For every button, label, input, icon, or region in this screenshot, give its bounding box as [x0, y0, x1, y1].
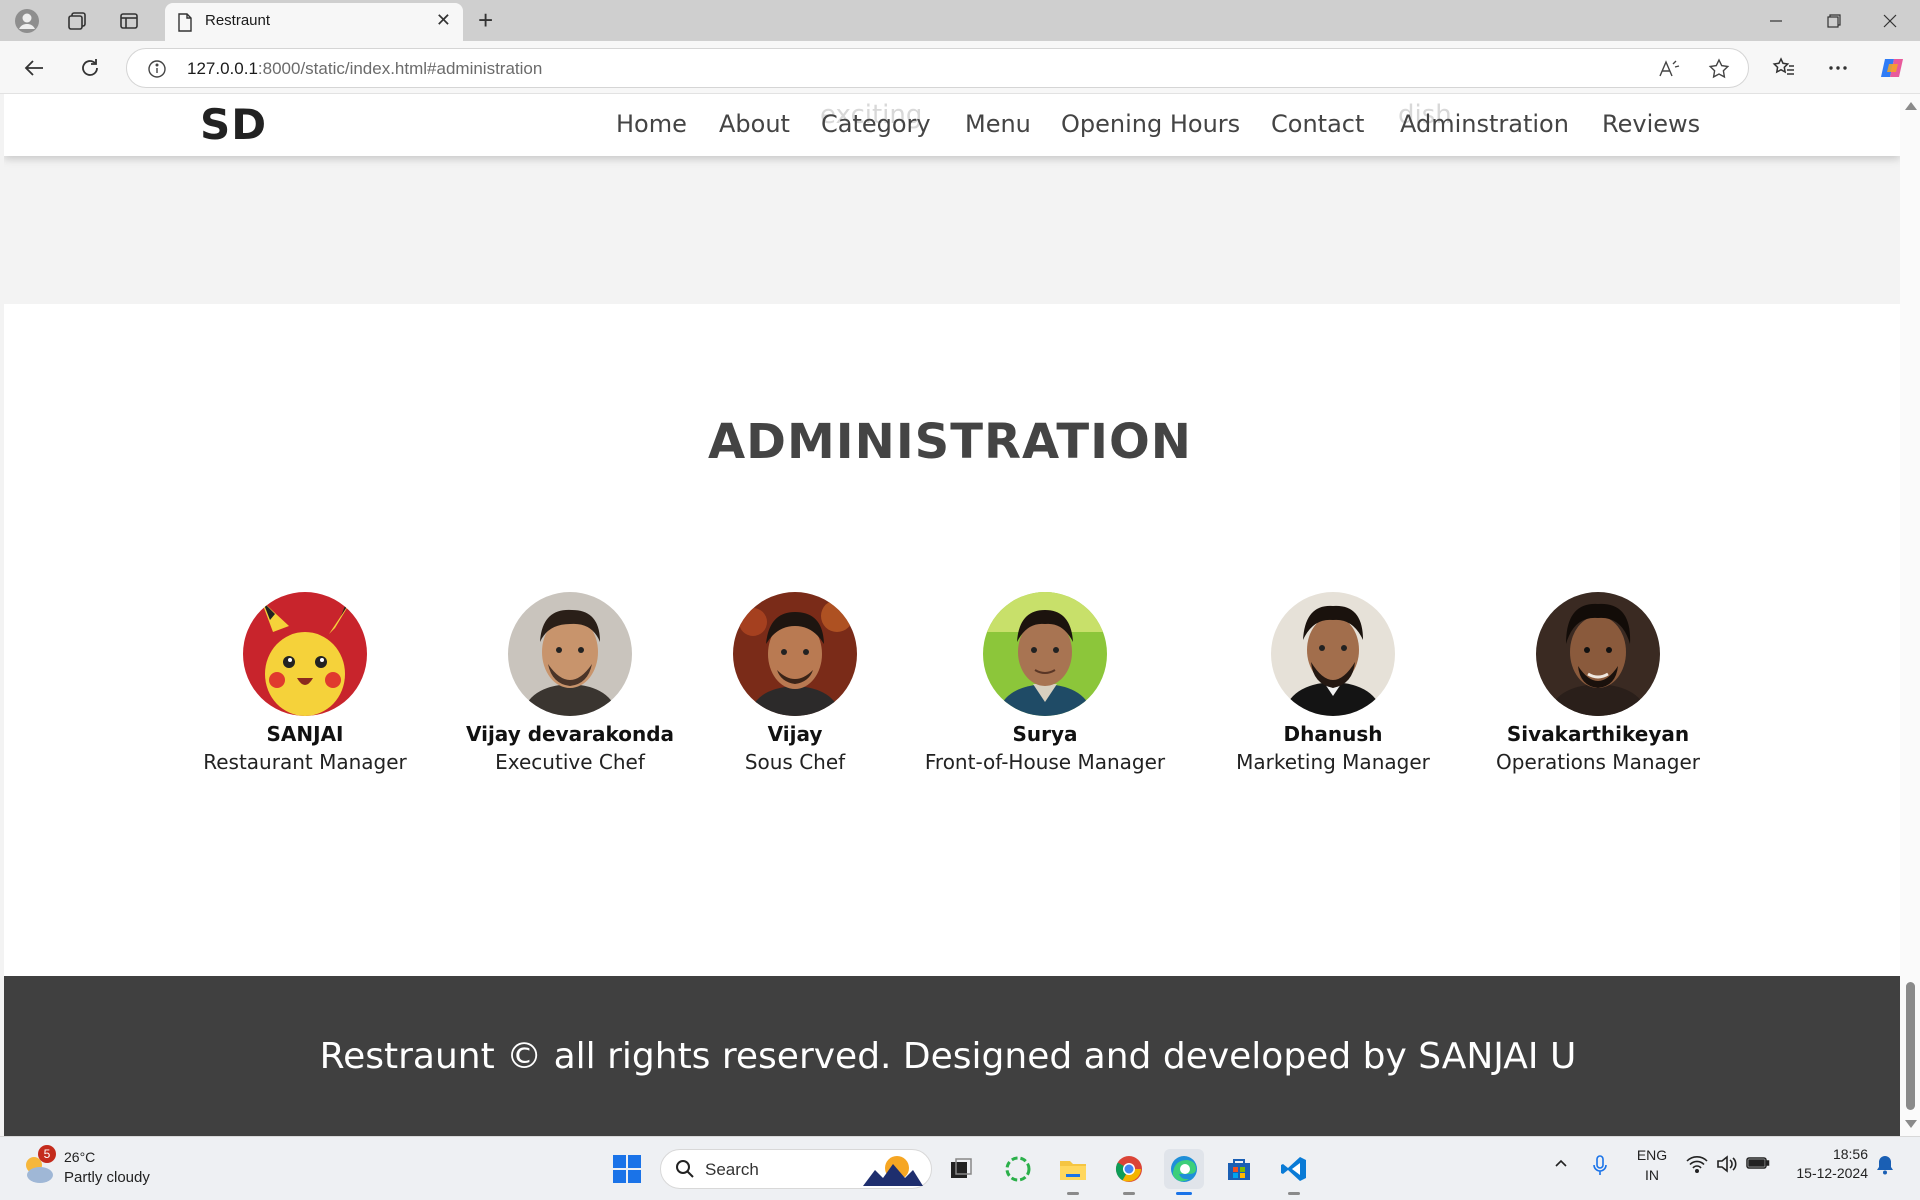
task-view-icon[interactable] — [941, 1149, 981, 1189]
member-role: Front-of-House Manager — [924, 750, 1166, 774]
member-role: Executive Chef — [495, 750, 645, 774]
member-card: SANJAI Restaurant Manager — [175, 592, 435, 774]
nav-about[interactable]: About — [719, 110, 790, 138]
member-card: Vijay devarakonda Executive Chef — [440, 592, 700, 774]
tab-restraunt[interactable]: Restraunt ✕ — [165, 3, 463, 41]
notification-bell-icon[interactable] — [1876, 1155, 1894, 1178]
site-header: exciting dish SD Home About Category Men… — [4, 94, 1900, 156]
taskbar-search[interactable]: Search — [660, 1149, 932, 1189]
site-footer: Restraunt © all rights reserved. Designe… — [4, 976, 1900, 1136]
close-window-button[interactable] — [1870, 8, 1910, 34]
nav-opening-hours[interactable]: Opening Hours — [1061, 110, 1240, 138]
nav-contact[interactable]: Contact — [1271, 110, 1364, 138]
vscode-icon[interactable] — [1274, 1149, 1314, 1195]
member-name: Surya — [1012, 722, 1078, 746]
nav-administration[interactable]: Adminstration — [1400, 110, 1569, 138]
url-field[interactable]: 127.0.0.1:8000/static/index.html#adminis… — [126, 48, 1749, 88]
copilot-app-icon[interactable] — [998, 1149, 1038, 1189]
scroll-thumb[interactable] — [1906, 982, 1915, 1110]
weather-badge: 5 — [38, 1145, 56, 1163]
chrome-icon[interactable] — [1109, 1149, 1149, 1195]
store-icon[interactable] — [1219, 1149, 1259, 1189]
weather-temp: 26°C — [64, 1149, 96, 1165]
more-options-icon[interactable] — [1822, 52, 1854, 84]
page-icon — [177, 13, 193, 36]
wifi-icon[interactable] — [1686, 1155, 1708, 1176]
show-hidden-icons-chevron[interactable] — [1553, 1155, 1569, 1174]
search-icon — [675, 1159, 695, 1183]
nav-home[interactable]: Home — [616, 110, 687, 138]
avatar — [243, 592, 367, 716]
page-scrollbar[interactable] — [1900, 94, 1920, 1136]
new-tab-button[interactable]: + — [478, 6, 493, 34]
restore-button[interactable] — [1814, 8, 1854, 34]
minimize-button[interactable] — [1756, 8, 1796, 34]
profile-icon[interactable] — [14, 8, 40, 34]
member-role: Restaurant Manager — [203, 750, 407, 774]
edge-icon[interactable] — [1164, 1149, 1204, 1195]
workspaces-icon[interactable] — [64, 8, 90, 34]
member-name: Vijay — [767, 722, 823, 746]
avatar — [1271, 592, 1395, 716]
member-card: Sivakarthikeyan Operations Manager — [1468, 592, 1728, 774]
section-title: ADMINISTRATION — [708, 414, 1192, 470]
battery-icon[interactable] — [1746, 1155, 1770, 1174]
copilot-icon[interactable] — [1876, 52, 1908, 84]
avatar — [983, 592, 1107, 716]
reload-button[interactable] — [74, 52, 106, 84]
member-name: Vijay devarakonda — [465, 722, 675, 746]
search-highlight-icon — [861, 1152, 925, 1190]
language-indicator[interactable]: ENG IN — [1636, 1147, 1668, 1183]
clock[interactable]: 18:56 15-12-2024 — [1784, 1146, 1868, 1181]
address-bar-row: 127.0.0.1:8000/static/index.html#adminis… — [0, 41, 1920, 94]
vertical-tabs-icon[interactable] — [116, 8, 142, 34]
favorites-icon[interactable] — [1768, 52, 1800, 84]
favorite-star-icon[interactable] — [1707, 57, 1731, 81]
windows-taskbar: 5 26°C Partly cloudy Search ENG IN 18:56… — [0, 1136, 1920, 1200]
read-aloud-icon[interactable] — [1657, 57, 1681, 81]
browser-tab-bar: Restraunt ✕ + — [0, 0, 1920, 41]
avatar — [733, 592, 857, 716]
nav-menu[interactable]: Menu — [965, 110, 1031, 138]
member-name: Sivakarthikeyan — [1506, 722, 1690, 746]
scroll-up-arrow[interactable] — [1905, 102, 1917, 110]
member-card: Dhanush Marketing Manager — [1203, 592, 1463, 774]
site-logo[interactable]: SD — [200, 104, 267, 146]
weather-desc: Partly cloudy — [64, 1169, 150, 1186]
member-role: Operations Manager — [1496, 750, 1700, 774]
tab-close-icon[interactable]: ✕ — [436, 10, 451, 31]
volume-icon[interactable] — [1716, 1155, 1738, 1176]
member-name: SANJAI — [266, 722, 344, 746]
avatar — [508, 592, 632, 716]
footer-text: Restraunt © all rights reserved. Designe… — [319, 1036, 1577, 1077]
member-card: Vijay Sous Chef — [665, 592, 925, 774]
site-info-icon[interactable] — [145, 57, 169, 81]
member-role: Sous Chef — [744, 750, 846, 774]
start-button[interactable] — [607, 1149, 647, 1189]
back-button[interactable] — [18, 52, 50, 84]
nav-reviews[interactable]: Reviews — [1602, 110, 1700, 138]
tab-title: Restraunt — [205, 12, 271, 29]
scroll-down-arrow[interactable] — [1905, 1120, 1917, 1128]
previous-section-band — [4, 156, 1900, 304]
page-viewport: exciting dish SD Home About Category Men… — [4, 94, 1900, 1136]
nav-category[interactable]: Category — [821, 110, 931, 138]
microphone-icon[interactable] — [1592, 1155, 1608, 1180]
url-text: 127.0.0.1:8000/static/index.html#adminis… — [187, 59, 543, 78]
avatar — [1536, 592, 1660, 716]
member-name: Dhanush — [1283, 722, 1383, 746]
file-explorer-icon[interactable] — [1053, 1149, 1093, 1195]
member-role: Marketing Manager — [1236, 750, 1430, 774]
member-card: Surya Front-of-House Manager — [915, 592, 1175, 774]
search-placeholder: Search — [705, 1160, 759, 1179]
